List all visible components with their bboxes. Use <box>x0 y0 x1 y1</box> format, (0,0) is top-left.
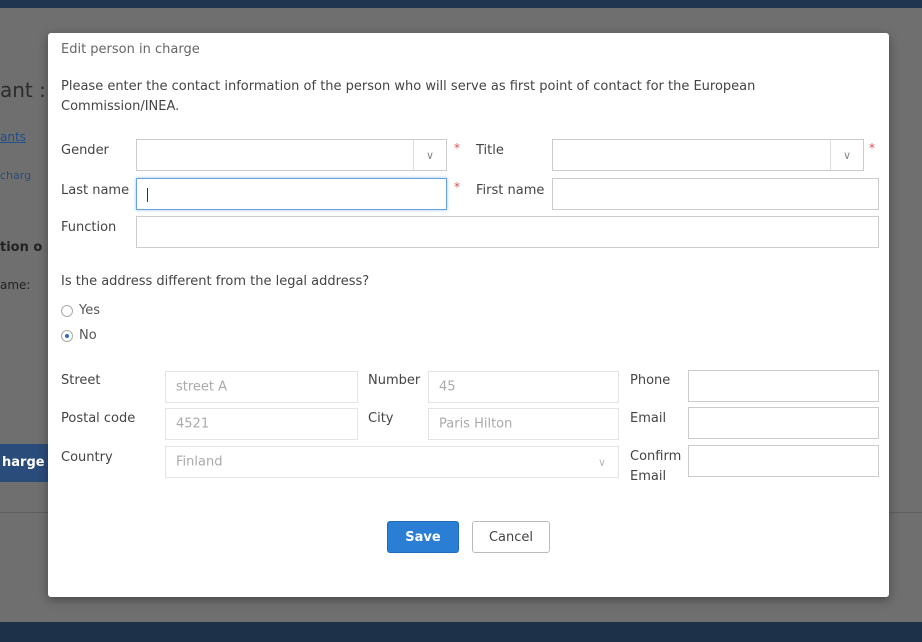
chevron-down-icon[interactable]: ∨ <box>586 447 618 477</box>
number-label: Number <box>368 373 421 388</box>
cancel-button[interactable]: Cancel <box>472 521 550 553</box>
dialog-title: Edit person in charge <box>61 42 200 57</box>
title-select[interactable]: ∨ <box>552 139 864 171</box>
function-input[interactable] <box>136 216 879 248</box>
first-name-input[interactable] <box>552 178 879 210</box>
chevron-down-icon[interactable]: ∨ <box>413 140 446 170</box>
country-select[interactable]: Finland ∨ <box>165 446 619 478</box>
confirm-email-label-line1: Confirm <box>630 449 682 464</box>
background-button[interactable]: harge <box>0 444 52 482</box>
chevron-down-icon[interactable]: ∨ <box>830 140 863 170</box>
required-marker: * <box>454 180 460 194</box>
confirm-email-label-line2: Email <box>630 469 667 484</box>
edit-person-dialog: Edit person in charge Please enter the c… <box>48 33 889 597</box>
background-page-title: ant : <box>0 78 46 102</box>
confirm-email-input[interactable] <box>688 445 879 477</box>
background-name-label: ame: <box>0 278 31 292</box>
background-breadcrumb-link[interactable]: ants <box>0 130 26 144</box>
street-value: street A <box>176 379 228 395</box>
email-label: Email <box>630 411 667 426</box>
function-label: Function <box>61 220 117 235</box>
gender-label: Gender <box>61 143 109 158</box>
address-question: Is the address different from the legal … <box>61 274 370 289</box>
required-marker: * <box>454 141 460 155</box>
last-name-input[interactable] <box>136 178 447 210</box>
required-marker: * <box>869 141 875 155</box>
radio-icon[interactable] <box>61 329 73 342</box>
radio-no-label: No <box>79 328 97 343</box>
street-label: Street <box>61 373 101 388</box>
confirm-email-label: Confirm Email <box>630 447 681 487</box>
radio-yes[interactable]: Yes <box>61 303 100 318</box>
postal-code-input[interactable]: 4521 <box>165 408 358 440</box>
country-label: Country <box>61 450 113 465</box>
country-value: Finland <box>176 454 223 470</box>
number-value: 45 <box>439 379 456 395</box>
gender-select[interactable]: ∨ <box>136 139 447 171</box>
text-cursor <box>147 188 148 202</box>
phone-label: Phone <box>630 373 671 388</box>
radio-icon[interactable] <box>61 304 73 317</box>
number-input[interactable]: 45 <box>428 371 619 403</box>
top-bar <box>0 0 922 8</box>
street-input[interactable]: street A <box>165 371 358 403</box>
postal-code-value: 4521 <box>176 416 210 432</box>
city-input[interactable]: Paris Hilton <box>428 408 619 440</box>
radio-no[interactable]: No <box>61 328 97 343</box>
title-label: Title <box>476 143 504 158</box>
save-button[interactable]: Save <box>387 521 459 553</box>
postal-code-label: Postal code <box>61 411 136 426</box>
city-value: Paris Hilton <box>439 416 513 432</box>
last-name-label: Last name <box>61 183 130 198</box>
phone-input[interactable] <box>688 370 879 402</box>
first-name-label: First name <box>476 183 545 198</box>
dialog-intro-text: Please enter the contact information of … <box>61 79 756 114</box>
background-section-heading: tion o <box>0 240 43 255</box>
background-subtitle: charg <box>0 169 32 182</box>
email-input[interactable] <box>688 407 879 439</box>
city-label: City <box>368 411 394 426</box>
footer-bar <box>0 622 922 642</box>
radio-yes-label: Yes <box>79 303 100 318</box>
